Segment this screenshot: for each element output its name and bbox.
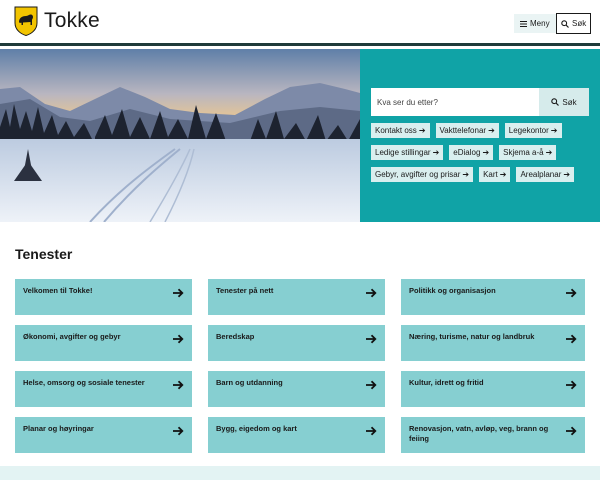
service-tile[interactable]: Barn og utdanning	[208, 371, 385, 407]
arrow-right-icon	[566, 426, 577, 436]
quick-link[interactable]: Kontakt oss ➔	[371, 123, 430, 138]
service-tile[interactable]: Beredskap	[208, 325, 385, 361]
arrow-right-icon	[366, 426, 377, 436]
arrow-right-icon	[566, 288, 577, 298]
arrow-right-icon	[566, 380, 577, 390]
arrow-right-icon: ➔	[418, 126, 426, 135]
quick-link-label: eDialog	[453, 148, 481, 157]
site-search-input[interactable]	[371, 88, 539, 116]
service-tile-label: Planar og høyringar	[23, 424, 94, 433]
arrow-right-icon	[173, 288, 184, 298]
services-grid: Velkomen til Tokke! Tenester på nett Polit…	[15, 279, 585, 453]
quick-link[interactable]: Legekontor ➔	[504, 123, 562, 138]
bear-crest-icon	[14, 6, 38, 36]
arrow-right-icon: ➔	[499, 170, 507, 179]
arrow-right-icon: ➔	[432, 148, 440, 157]
arrow-right-icon: ➔	[488, 126, 495, 135]
quick-link-label: Arealplanar	[520, 170, 562, 179]
service-tile[interactable]: Kultur, idrett og fritid	[401, 371, 585, 407]
arrow-right-icon	[566, 334, 577, 344]
hero-search-panel: Søk Kontakt oss➔Vakttelefonar➔Legekontor…	[360, 49, 600, 222]
arrow-right-icon	[173, 334, 184, 344]
arrow-right-icon	[173, 380, 184, 390]
site-search-submit-button[interactable]: Søk	[539, 88, 589, 116]
service-tile[interactable]: Planar og høyringar	[15, 417, 192, 453]
arrow-right-icon: ➔	[462, 170, 470, 179]
arrow-right-icon	[366, 288, 377, 298]
service-tile[interactable]: Helse, omsorg og sosiale tenester	[15, 371, 192, 407]
quick-link[interactable]: Arealplanar ➔	[516, 167, 575, 182]
quick-link-label: Skjema a-å	[503, 148, 544, 157]
service-tile-label: Helse, omsorg og sosiale tenester	[23, 378, 145, 387]
quick-link[interactable]: Vakttelefonar ➔	[435, 123, 499, 138]
hero-section: Søk Kontakt oss➔Vakttelefonar➔Legekontor…	[0, 49, 600, 222]
search-icon	[561, 19, 569, 28]
services-heading: Tenester	[15, 246, 73, 262]
arrow-right-icon	[366, 380, 377, 390]
quick-link-label: Gebyr, avgifter og prisar	[375, 170, 461, 179]
arrow-right-icon	[366, 334, 377, 344]
quick-links: Kontakt oss ➔ Vakttelefonar ➔ Legekontor ➔ Led…	[371, 123, 593, 182]
quick-link-label: Kontakt oss	[375, 126, 417, 135]
footer-strip	[0, 466, 600, 480]
site-search-form: Søk	[371, 88, 589, 116]
service-tile-label: Beredskap	[216, 332, 255, 341]
service-tile[interactable]: Bygg, eigedom og kart	[208, 417, 385, 453]
service-tile-label: Bygg, eigedom og kart	[216, 424, 297, 433]
arrow-right-icon: ➔	[545, 148, 553, 157]
quick-link[interactable]: eDialog ➔	[449, 145, 494, 160]
search-icon	[551, 98, 560, 106]
site-search-submit-label: Søk	[562, 97, 577, 107]
service-tile[interactable]: Tenester på nett	[208, 279, 385, 315]
arrow-right-icon: ➔	[563, 170, 571, 179]
service-tile[interactable]: Renovasjon, vatn, avløp, veg, brann og f…	[401, 417, 585, 453]
header-search-label: Søk	[572, 19, 587, 28]
arrow-right-icon: ➔	[482, 148, 490, 157]
quick-link-label: Kart	[483, 170, 498, 179]
service-tile[interactable]: Næring, turisme, natur og landbruk	[401, 325, 585, 361]
site-name: Tokke	[44, 9, 100, 32]
hero-image	[0, 49, 360, 222]
site-header: Tokke Meny Søk	[0, 0, 600, 46]
header-search-button[interactable]: Søk	[556, 13, 592, 34]
quick-link[interactable]: Kart ➔	[479, 167, 511, 182]
quick-link[interactable]: Gebyr, avgifter og prisar ➔	[371, 167, 474, 182]
service-tile[interactable]: Politikk og organisasjon	[401, 279, 585, 315]
arrow-right-icon: ➔	[550, 126, 558, 135]
service-tile-label: Politikk og organisasjon	[409, 286, 496, 295]
service-tile-label: Næring, turisme, natur og landbruk	[409, 332, 535, 341]
home-logo-link[interactable]: Tokke	[14, 6, 100, 36]
service-tile[interactable]: Velkomen til Tokke!	[15, 279, 192, 315]
service-tile-label: Velkomen til Tokke!	[23, 286, 93, 295]
service-tile[interactable]: Økonomi, avgifter og gebyr	[15, 325, 192, 361]
quick-link-label: Legekontor	[508, 126, 549, 135]
hamburger-icon	[520, 20, 527, 27]
service-tile-label: Kultur, idrett og fritid	[409, 378, 484, 387]
arrow-right-icon	[173, 426, 184, 436]
service-tile-label: Barn og utdanning	[216, 378, 283, 387]
quick-link-label: Vakttelefonar	[439, 126, 487, 135]
menu-button-label: Meny	[530, 19, 550, 28]
quick-link[interactable]: Skjema a-å ➔	[499, 145, 557, 160]
quick-link-label: Ledige stillingar	[375, 148, 431, 157]
menu-button[interactable]: Meny	[514, 14, 556, 33]
service-tile-label: Renovasjon, vatn, avløp, veg, brann og f…	[409, 424, 549, 443]
quick-link[interactable]: Ledige stillingar ➔	[371, 145, 444, 160]
service-tile-label: Tenester på nett	[216, 286, 274, 295]
service-tile-label: Økonomi, avgifter og gebyr	[23, 332, 121, 341]
